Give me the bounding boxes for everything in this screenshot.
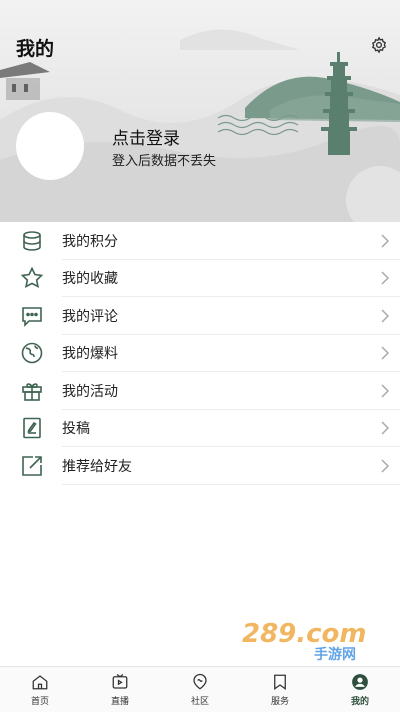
page-title: 我的 [16, 38, 55, 60]
comment-icon [22, 306, 42, 327]
svg-text:手游网: 手游网 [314, 646, 356, 662]
login-title[interactable]: 点击登录 [112, 124, 180, 149]
tab-home[interactable]: 首页 [0, 667, 80, 712]
svg-text:289.com: 289.com [242, 619, 367, 649]
bottom-tab-bar: 首页 直播 社区 服务 我的 [0, 666, 400, 712]
coins-icon [23, 230, 41, 251]
menu-item-comments[interactable]: 我的评论 [0, 297, 400, 335]
globe-icon [21, 342, 43, 364]
chevron-right-icon [381, 421, 390, 435]
share-icon [22, 455, 42, 476]
menu-item-label: 我的积分 [62, 233, 118, 250]
menu-list: 我的积分 我的收藏 我的评论 我的爆料 我的活动 投稿 推荐给好友 [0, 222, 400, 485]
tab-label: 服务 [270, 696, 289, 707]
menu-item-label: 投稿 [62, 421, 90, 438]
profile-header: 我的 点击登录 登入后数据不丢失 [0, 0, 400, 222]
chevron-right-icon [381, 234, 390, 248]
tab-label: 直播 [110, 696, 129, 707]
menu-item-tips[interactable]: 我的爆料 [0, 335, 400, 372]
menu-item-favorites[interactable]: 我的收藏 [0, 260, 400, 297]
menu-item-activities[interactable]: 我的活动 [0, 372, 400, 410]
landscape-background [0, 29, 400, 222]
chevron-right-icon [381, 309, 390, 323]
chevron-right-icon [381, 271, 390, 285]
tv-icon [112, 673, 128, 689]
gear-icon[interactable] [370, 36, 388, 54]
tab-label: 我的 [350, 696, 369, 707]
menu-item-label: 我的评论 [62, 308, 118, 325]
tab-label: 首页 [30, 696, 49, 707]
tab-services[interactable]: 服务 [240, 667, 320, 712]
community-icon [193, 673, 207, 690]
menu-item-submit[interactable]: 投稿 [0, 410, 400, 447]
menu-item-label: 我的爆料 [62, 346, 118, 363]
tab-mine[interactable]: 我的 [320, 667, 400, 712]
user-icon [352, 673, 368, 690]
tab-live[interactable]: 直播 [80, 667, 160, 712]
menu-item-label: 我的收藏 [62, 271, 118, 288]
avatar[interactable] [16, 112, 84, 180]
chevron-right-icon [381, 346, 390, 360]
divider [62, 483, 400, 485]
menu-item-points[interactable]: 我的积分 [0, 222, 400, 260]
document-edit-icon [23, 417, 41, 439]
watermark-logo: 289.com 手游网 [242, 619, 367, 662]
gift-icon [22, 383, 42, 401]
menu-item-recommend[interactable]: 推荐给好友 [0, 447, 400, 485]
chevron-right-icon [381, 459, 390, 473]
menu-item-label: 我的活动 [62, 383, 118, 400]
home-icon [32, 674, 48, 689]
bookmark-icon [274, 674, 286, 690]
tab-label: 社区 [190, 696, 209, 707]
chevron-right-icon [381, 384, 390, 398]
tab-community[interactable]: 社区 [160, 667, 240, 712]
star-icon [20, 266, 44, 289]
menu-item-label: 推荐给好友 [62, 458, 132, 475]
login-subtitle: 登入后数据不丢失 [112, 154, 217, 169]
